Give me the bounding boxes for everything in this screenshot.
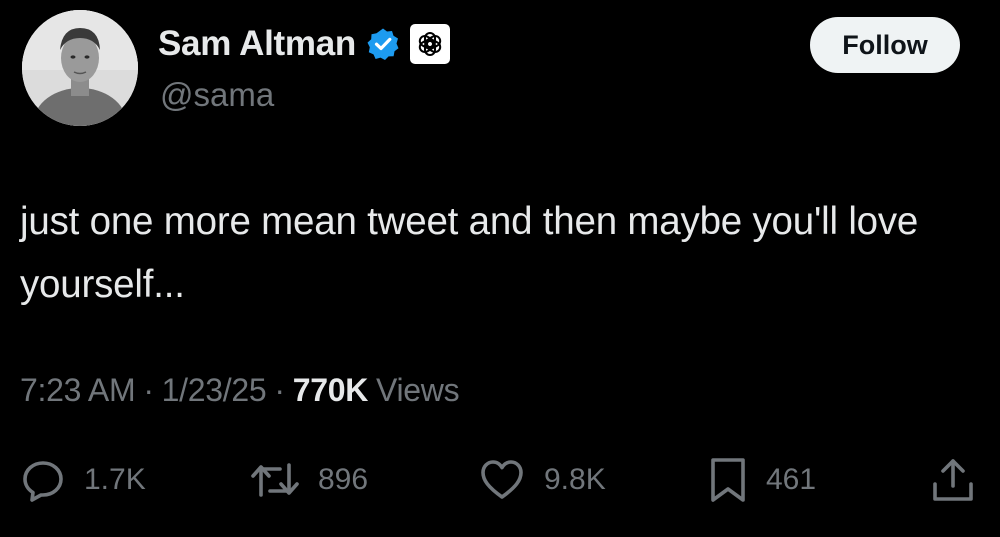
follow-button[interactable]: Follow [810, 17, 960, 73]
tweet-meta: 7:23 AM · 1/23/25 · 770K Views [20, 372, 460, 409]
reply-button[interactable]: 1.7K [20, 455, 146, 505]
share-icon [933, 459, 973, 501]
author-display-name[interactable]: Sam Altman [158, 24, 356, 64]
bookmark-icon [711, 458, 745, 502]
repost-count: 896 [318, 463, 369, 496]
repost-button[interactable]: 896 [250, 455, 368, 505]
like-count: 9.8K [544, 463, 606, 496]
affiliate-badge[interactable] [409, 24, 450, 64]
verified-badge-icon[interactable] [366, 27, 400, 61]
views-count[interactable]: 770K [293, 372, 369, 409]
tweet-time[interactable]: 7:23 AM [20, 372, 136, 409]
meta-separator: · [143, 372, 154, 408]
reply-count: 1.7K [84, 463, 146, 496]
author-handle[interactable]: @sama [160, 76, 274, 114]
reply-icon [23, 461, 63, 502]
openai-logo-icon [418, 32, 442, 56]
tweet-date[interactable]: 1/23/25 [162, 372, 267, 409]
like-icon [481, 460, 523, 499]
meta-separator: · [274, 372, 285, 408]
avatar[interactable] [22, 10, 138, 126]
like-button[interactable]: 9.8K [478, 455, 606, 505]
repost-icon [251, 463, 299, 497]
views-label: Views [376, 372, 460, 408]
profile-photo [22, 10, 138, 126]
author-name-row: Sam Altman [158, 22, 450, 66]
bookmark-button[interactable]: 461 [708, 455, 816, 505]
bookmark-count: 461 [766, 463, 817, 496]
tweet-text: just one more mean tweet and then maybe … [20, 200, 919, 306]
action-bar: 1.7K 896 9.8K 461 [0, 455, 1000, 505]
tweet-card: Sam Altman @sama Follow just one more me… [0, 0, 1000, 537]
share-button[interactable] [930, 455, 976, 505]
